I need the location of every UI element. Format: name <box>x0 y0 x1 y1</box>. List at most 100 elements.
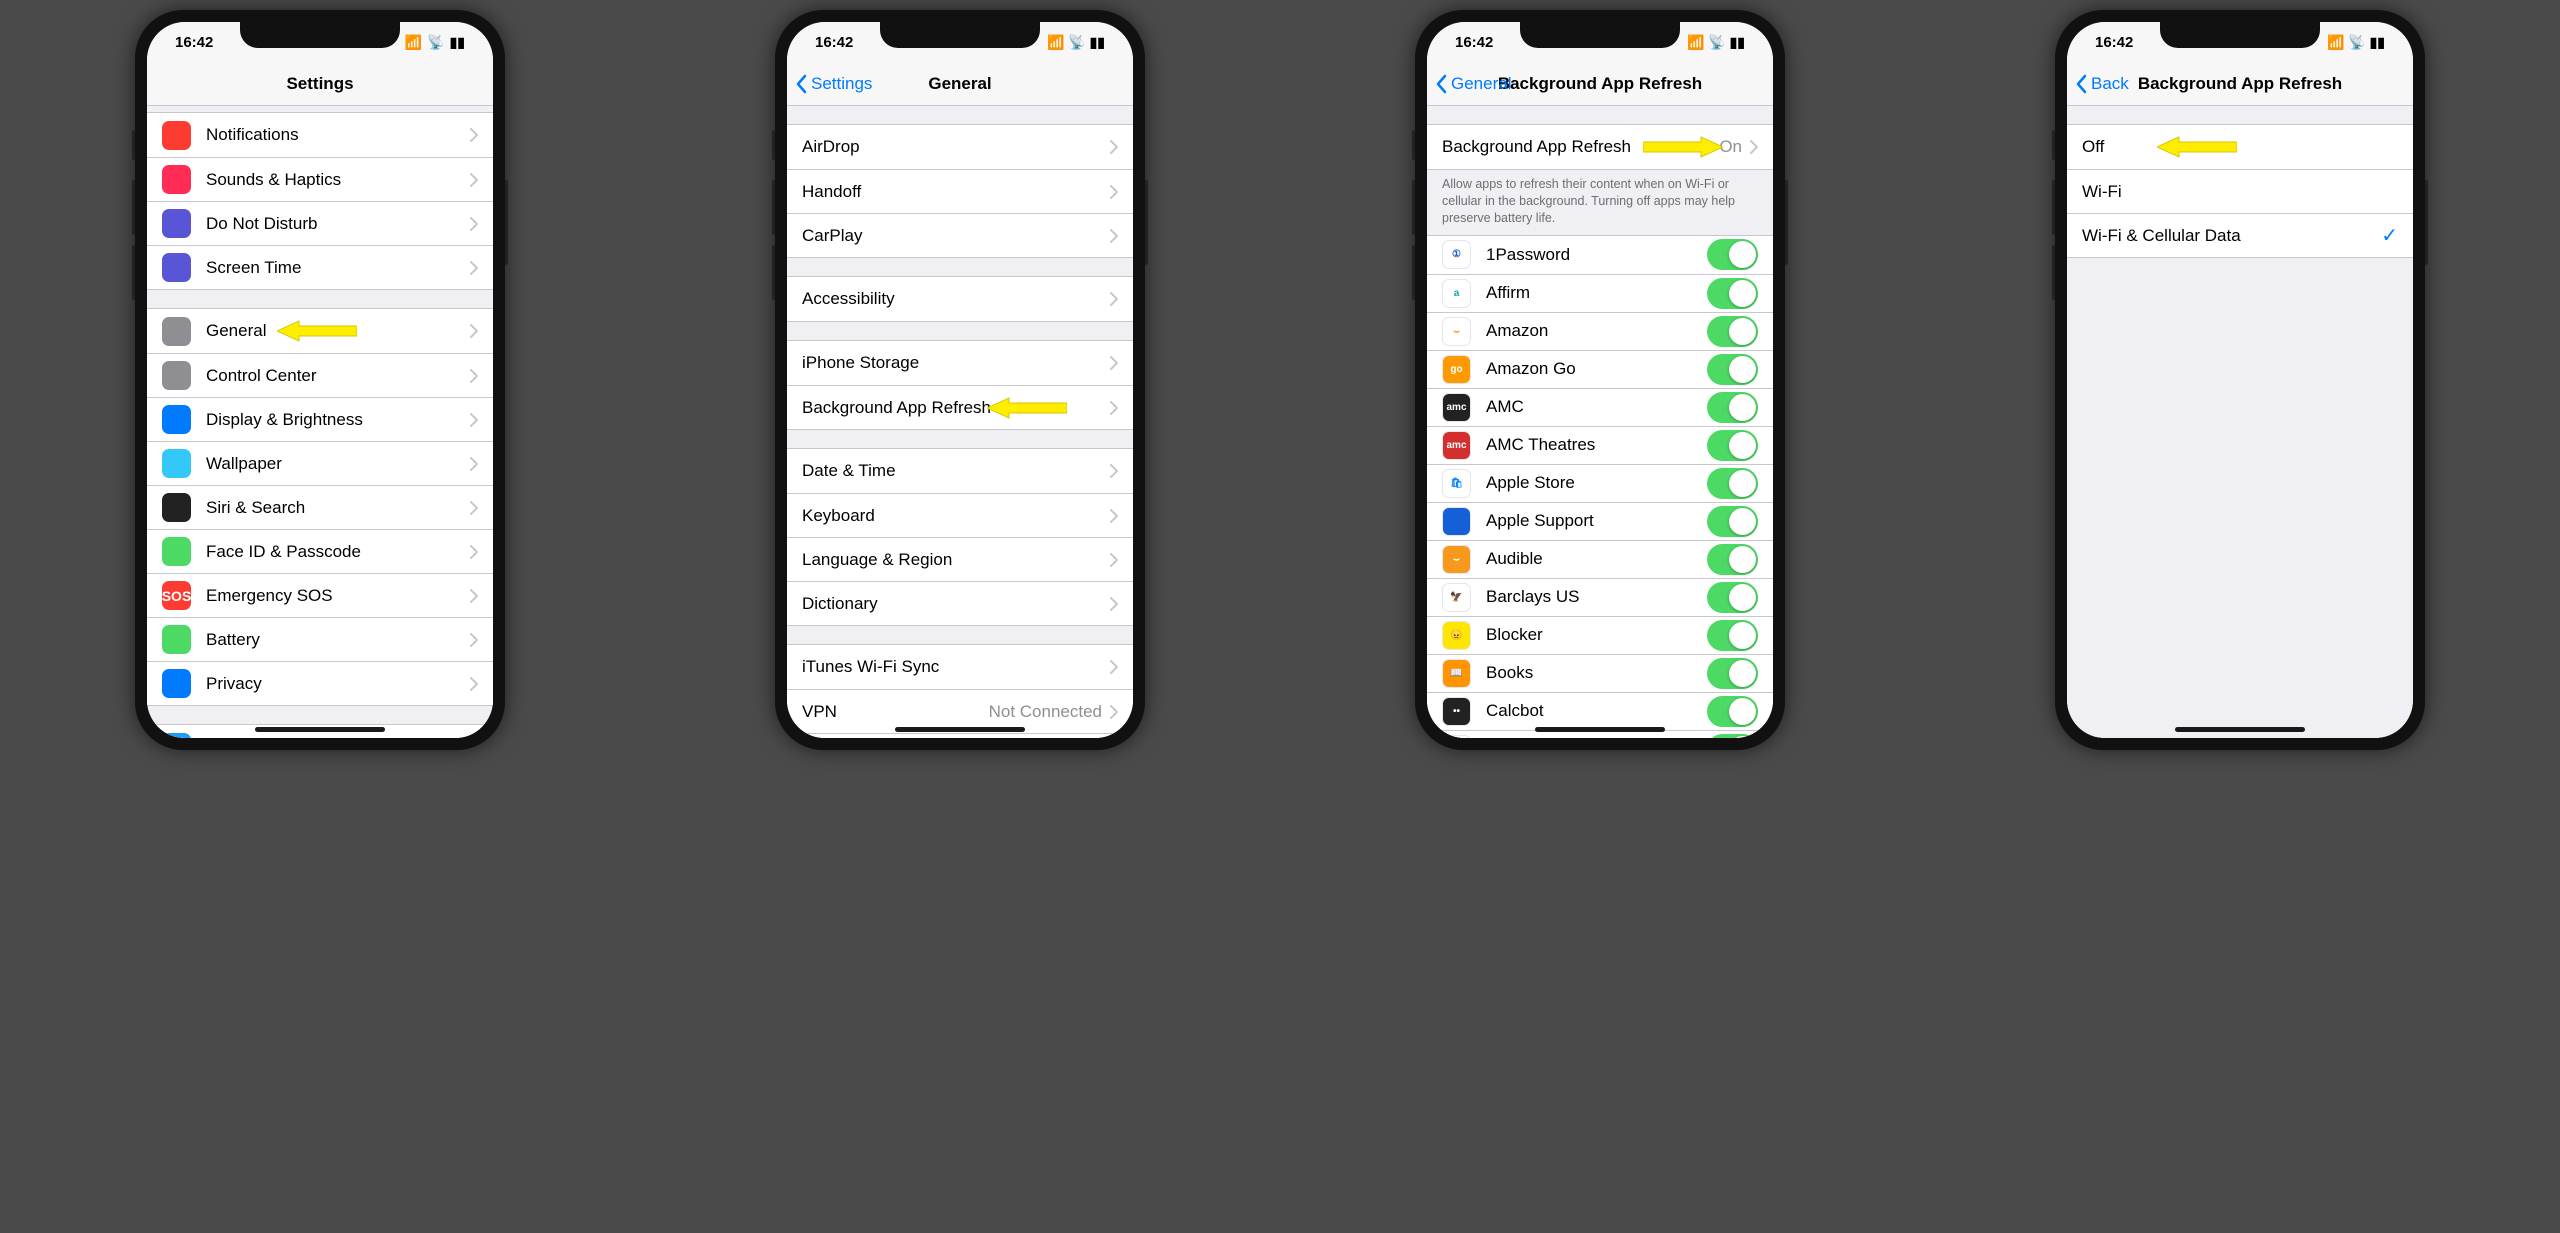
app-toggle[interactable] <box>1707 506 1758 537</box>
settings-row-emergency-sos[interactable]: SOSEmergency SOS <box>147 573 493 617</box>
status-bar: 16:42 📶 📡 ▮▮ <box>787 22 1133 62</box>
bar-master-row[interactable]: Background App RefreshOn <box>1427 125 1773 169</box>
option-label: Wi-Fi & Cellular Data <box>2082 226 2381 246</box>
general-row-background-app-refresh[interactable]: Background App Refresh <box>787 385 1133 429</box>
general-row-airdrop[interactable]: AirDrop <box>787 125 1133 169</box>
app-row-affirm[interactable]: a Affirm <box>1427 274 1773 312</box>
app-toggle[interactable] <box>1707 620 1758 651</box>
app-row-amc-theatres[interactable]: amcAMC Theatres <box>1427 426 1773 464</box>
settings-row-screen-time[interactable]: Screen Time <box>147 245 493 289</box>
chevron-right-icon <box>470 173 478 187</box>
battery-icon <box>162 625 191 654</box>
home-indicator[interactable] <box>2175 727 2305 732</box>
row-label: Background App Refresh <box>1442 137 1719 157</box>
app-row-books[interactable]: 📖Books <box>1427 654 1773 692</box>
nav-bar: Back Background App Refresh <box>2067 62 2413 106</box>
app-name: Books <box>1486 663 1707 683</box>
settings-row-privacy[interactable]: Privacy <box>147 661 493 705</box>
app-row-calcbot[interactable]: ••Calcbot <box>1427 692 1773 730</box>
app-row-amazon-go[interactable]: goAmazon Go <box>1427 350 1773 388</box>
row-label: Notifications <box>206 125 470 145</box>
general-row-itunes-wi-fi-sync[interactable]: iTunes Wi-Fi Sync <box>787 645 1133 689</box>
phone-frame-3: 16:42 📶 📡 ▮▮ General Background App Refr… <box>1415 10 1785 750</box>
app-row-amc[interactable]: amcAMC <box>1427 388 1773 426</box>
app-name: AMC <box>1486 397 1707 417</box>
display-icon <box>162 405 191 434</box>
general-row-date-time[interactable]: Date & Time <box>787 449 1133 493</box>
option-row-off[interactable]: Off <box>2067 125 2413 169</box>
home-indicator[interactable] <box>1535 727 1665 732</box>
chevron-right-icon <box>1110 509 1118 523</box>
general-row-iphone-storage[interactable]: iPhone Storage <box>787 341 1133 385</box>
general-row-keyboard[interactable]: Keyboard <box>787 493 1133 537</box>
settings-row-general[interactable]: General <box>147 309 493 353</box>
general-row-accessibility[interactable]: Accessibility <box>787 277 1133 321</box>
general-row-carplay[interactable]: CarPlay <box>787 213 1133 257</box>
option-row-wi-fi-cellular-data[interactable]: Wi-Fi & Cellular Data✓ <box>2067 213 2413 257</box>
app-name: Apple Support <box>1486 511 1707 531</box>
app-row-1password[interactable]: ①1Password <box>1427 236 1773 274</box>
app-icon: ◉ <box>1442 735 1471 738</box>
app-toggle[interactable] <box>1707 430 1758 461</box>
settings-row-battery[interactable]: Battery <box>147 617 493 661</box>
app-icon: a <box>1442 279 1471 308</box>
app-icon: ⌣ <box>1442 317 1471 346</box>
app-row-apple-store[interactable]: 🛍Apple Store <box>1427 464 1773 502</box>
row-label: Display & Brightness <box>206 410 470 430</box>
app-toggle[interactable] <box>1707 392 1758 423</box>
status-indicators: 📶 📡 ▮▮ <box>405 34 465 51</box>
status-time: 16:42 <box>2095 34 2133 51</box>
option-row-wi-fi[interactable]: Wi-Fi <box>2067 169 2413 213</box>
app-row-amazon[interactable]: ⌣Amazon <box>1427 312 1773 350</box>
settings-row-siri-search[interactable]: Siri & Search <box>147 485 493 529</box>
general-row-handoff[interactable]: Handoff <box>787 169 1133 213</box>
row-label: Accessibility <box>802 289 1110 309</box>
bar-list[interactable]: Background App RefreshOnAllow apps to re… <box>1427 106 1773 738</box>
app-toggle[interactable] <box>1707 544 1758 575</box>
settings-row-control-center[interactable]: Control Center <box>147 353 493 397</box>
back-button[interactable]: Back <box>2075 74 2129 94</box>
chevron-right-icon <box>1110 356 1118 370</box>
row-label: Keyboard <box>802 506 1110 526</box>
settings-row-wallpaper[interactable]: Wallpaper <box>147 441 493 485</box>
chevron-right-icon <box>470 128 478 142</box>
settings-row-face-id-passcode[interactable]: Face ID & Passcode <box>147 529 493 573</box>
settings-row-sounds-haptics[interactable]: Sounds & Haptics <box>147 157 493 201</box>
general-row-profile[interactable]: ProfileiOS 12 Beta Software Profile <box>787 733 1133 738</box>
general-row-dictionary[interactable]: Dictionary <box>787 581 1133 625</box>
app-toggle[interactable] <box>1707 278 1758 309</box>
app-row-barclays-us[interactable]: 🦅Barclays US <box>1427 578 1773 616</box>
options-list[interactable]: Off Wi-Fi Wi-Fi & Cellular Data✓ <box>2067 106 2413 738</box>
settings-row-do-not-disturb[interactable]: Do Not Disturb <box>147 201 493 245</box>
home-indicator[interactable] <box>255 727 385 732</box>
status-time: 16:42 <box>1455 34 1493 51</box>
app-toggle[interactable] <box>1707 468 1758 499</box>
settings-row-notifications[interactable]: Notifications <box>147 113 493 157</box>
home-indicator[interactable] <box>895 727 1025 732</box>
app-toggle[interactable] <box>1707 316 1758 347</box>
chevron-right-icon <box>470 633 478 647</box>
app-toggle[interactable] <box>1707 658 1758 689</box>
settings-list[interactable]: Notifications Sounds & HapticsDo Not Dist… <box>147 106 493 738</box>
general-row-language-region[interactable]: Language & Region <box>787 537 1133 581</box>
app-row-apple-support[interactable]: Apple Support <box>1427 502 1773 540</box>
app-toggle[interactable] <box>1707 696 1758 727</box>
app-name: Amazon Go <box>1486 359 1707 379</box>
app-toggle[interactable] <box>1707 582 1758 613</box>
app-toggle[interactable] <box>1707 239 1758 270</box>
app-icon: 🦅 <box>1442 583 1471 612</box>
app-toggle[interactable] <box>1707 734 1758 738</box>
option-label: Wi-Fi <box>2082 182 2398 202</box>
screen-3: 16:42 📶 📡 ▮▮ General Background App Refr… <box>1427 22 1773 738</box>
app-name: Audible <box>1486 549 1707 569</box>
footer-text: Allow apps to refresh their content when… <box>1427 170 1773 235</box>
app-row-audible[interactable]: ⌣Audible <box>1427 540 1773 578</box>
settings-row-display-brightness[interactable]: Display & Brightness <box>147 397 493 441</box>
app-toggle[interactable] <box>1707 354 1758 385</box>
app-row-blocker[interactable]: 😠Blocker <box>1427 616 1773 654</box>
app-name: Affirm <box>1486 283 1707 303</box>
back-button[interactable]: Settings <box>795 74 872 94</box>
general-list[interactable]: AirDropHandoff CarPlay Accessibility iPhone… <box>787 106 1133 738</box>
back-button[interactable]: General <box>1435 74 1511 94</box>
row-label: CarPlay <box>802 226 1110 246</box>
